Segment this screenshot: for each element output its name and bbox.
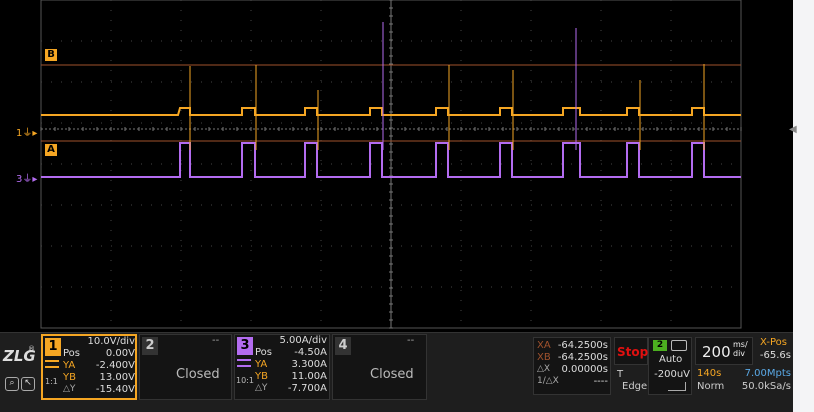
coupling-icon — [45, 360, 59, 368]
cursor-a-marker[interactable]: A — [45, 144, 57, 156]
inv-dx-value: ---- — [593, 376, 608, 387]
ch3-dy-value: -7.700A — [287, 383, 327, 394]
trigger-level: -200uV — [654, 369, 690, 380]
ch4-number: 4 — [335, 337, 351, 355]
ground-icon: ⏚▸ — [22, 128, 38, 139]
trigger-t-label: T — [617, 369, 624, 380]
pos-label: Pos — [255, 347, 273, 358]
ch1-scale: 10.0V/div — [87, 336, 135, 347]
ch3-probe-ratio: 10:1 — [236, 376, 254, 385]
pos-label: Pos — [63, 348, 81, 359]
ground-icon: ⏚▸ — [22, 174, 38, 185]
trigger-source-badge: 2 — [653, 340, 667, 351]
acquisition-mode: Norm — [697, 381, 725, 392]
yb-label: YB — [255, 371, 268, 382]
ch2-number: 2 — [142, 337, 158, 355]
xpos-value: -65.6s — [759, 350, 791, 361]
ch2-panel[interactable]: 2 -- Closed — [139, 334, 232, 400]
memory-depth: 7.00Mpts — [744, 368, 791, 379]
xpos-label: X-Pos — [760, 337, 787, 348]
waveform-canvas[interactable] — [0, 0, 793, 332]
status-bar: ZLG ® ⌕ ↖ 1 10.0V/div Pos 0.00V YA -2.40… — [0, 332, 793, 412]
graticule-grid — [40, 0, 742, 329]
coupling-icon — [237, 359, 251, 367]
zlg-logo-icon: ZLG ® ⌕ ↖ — [3, 345, 39, 407]
trigger-type: Edge — [622, 381, 648, 392]
ch2-scale: -- — [212, 335, 220, 346]
ch3-yb-value: 11.00A — [291, 371, 327, 382]
xb-label: XB — [537, 352, 551, 363]
trigger-coupling-icon — [671, 340, 687, 351]
cursor-readout[interactable]: XA -64.2500s XB -64.2500s △X 0.00000s 1/… — [533, 337, 611, 395]
dy-label: △Y — [63, 384, 76, 394]
timebase-box[interactable]: 200 ms/div — [695, 337, 753, 365]
ch3-ya-value: 3.300A — [291, 359, 327, 370]
ch1-yb-value: 13.00V — [99, 372, 135, 383]
timebase-unit-top: ms/ — [733, 340, 748, 349]
timebase-value: 200 — [702, 343, 731, 361]
ch3-number: 3 — [237, 337, 253, 355]
ch1-panel[interactable]: 1 10.0V/div Pos 0.00V YA -2.400V YB 13.0… — [41, 334, 137, 400]
run-state-label: Stop — [617, 345, 649, 359]
ya-label: YA — [63, 360, 76, 371]
dy-label: △Y — [255, 383, 268, 393]
side-panel-toggle[interactable]: ◀ — [789, 0, 814, 412]
rising-edge-icon — [668, 382, 686, 391]
xb-value: -64.2500s — [557, 352, 608, 363]
magnifier-icon[interactable]: ⌕ — [5, 377, 19, 391]
cursor-b-marker[interactable]: B — [45, 49, 57, 61]
run-stop-button[interactable]: Stop — [614, 337, 648, 365]
xa-value: -64.2500s — [557, 340, 608, 351]
pointer-icon[interactable]: ↖ — [21, 377, 35, 391]
ch3-level-marker[interactable]: 3⏚▸ — [16, 170, 37, 185]
dx-label: △X — [537, 364, 551, 374]
chevron-left-icon[interactable]: ◀ — [789, 124, 797, 135]
ch2-status: Closed — [176, 367, 220, 382]
sample-rate: 50.0kSa/s — [741, 381, 791, 392]
xa-label: XA — [537, 340, 551, 351]
ch3-pos-value: -4.50A — [294, 347, 327, 358]
ch4-panel[interactable]: 4 -- Closed — [332, 334, 427, 400]
record-length-time: 140s — [697, 368, 722, 379]
trigger-mode: Auto — [659, 354, 683, 365]
ch1-probe-ratio: 1:1 — [45, 377, 58, 386]
timebase-unit-bottom: div — [733, 349, 746, 358]
inv-dx-label: 1/△X — [537, 376, 559, 386]
ch1-ya-value: -2.400V — [95, 360, 135, 371]
ch1-level-marker[interactable]: 1⏚▸ — [16, 124, 37, 139]
ya-label: YA — [255, 359, 268, 370]
ch1-pos-value: 0.00V — [105, 348, 135, 359]
ch3-scale: 5.00A/div — [279, 335, 327, 346]
ch4-scale: -- — [407, 335, 415, 346]
dx-value: 0.00000s — [561, 364, 608, 375]
ch4-status: Closed — [370, 367, 414, 382]
ch1-dy-value: -15.40V — [95, 384, 135, 395]
yb-label: YB — [63, 372, 76, 383]
ch1-number: 1 — [45, 338, 61, 356]
ch3-panel[interactable]: 3 5.00A/div Pos -4.50A YA 3.300A YB 11.0… — [234, 334, 330, 400]
waveform-display[interactable]: B A 1⏚▸ 3⏚▸ — [0, 0, 814, 332]
